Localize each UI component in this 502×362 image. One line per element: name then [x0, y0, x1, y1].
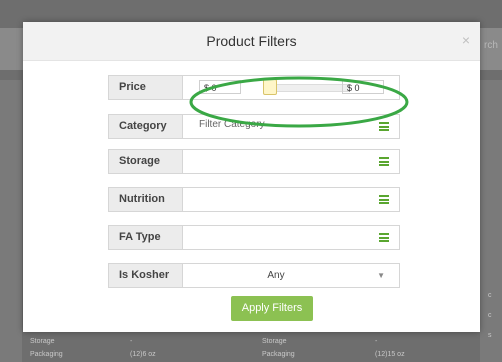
- background-label: Storage: [262, 338, 287, 345]
- background-search-text: rch: [484, 40, 498, 51]
- nutrition-filter-row[interactable]: Nutrition: [108, 187, 400, 212]
- fa-type-filter-row[interactable]: FA Type: [108, 225, 400, 250]
- background-label: Packaging: [262, 351, 295, 358]
- price-max-input[interactable]: $ 0: [342, 80, 384, 94]
- chevron-down-icon[interactable]: ▼: [377, 264, 385, 287]
- price-slider-handle[interactable]: [263, 79, 277, 95]
- storage-label: Storage: [109, 150, 183, 173]
- background-edge-text: c: [488, 292, 492, 299]
- price-filter-row: Price $ 0 $ 0: [108, 75, 400, 100]
- background-value: (12)15 oz: [375, 351, 405, 358]
- category-filter-row[interactable]: Category Filter Category: [108, 114, 400, 139]
- modal-header: Product Filters ×: [23, 22, 480, 61]
- hamburger-menu-icon[interactable]: [379, 233, 389, 242]
- fa-type-label: FA Type: [109, 226, 183, 249]
- modal-title: Product Filters: [206, 33, 297, 49]
- close-button[interactable]: ×: [462, 32, 470, 48]
- background-value: -: [130, 338, 133, 345]
- is-kosher-select-value[interactable]: Any: [183, 264, 369, 287]
- background-label: Storage: [30, 338, 55, 345]
- apply-filters-button[interactable]: Apply Filters: [231, 296, 313, 321]
- background-value: (12)6 oz: [130, 351, 156, 358]
- category-placeholder[interactable]: Filter Category: [199, 115, 265, 135]
- hamburger-menu-icon[interactable]: [379, 195, 389, 204]
- background-value: -: [375, 338, 378, 345]
- is-kosher-label: Is Kosher: [109, 264, 183, 287]
- background-label: Packaging: [30, 351, 63, 358]
- price-label: Price: [109, 76, 183, 99]
- storage-filter-row[interactable]: Storage: [108, 149, 400, 174]
- background-edge-text: c: [488, 312, 492, 319]
- price-slider-track[interactable]: [269, 84, 350, 92]
- nutrition-label: Nutrition: [109, 188, 183, 211]
- price-min-input[interactable]: $ 0: [199, 80, 241, 94]
- category-label: Category: [109, 115, 183, 138]
- background-right-panel: [480, 80, 502, 362]
- is-kosher-filter-row[interactable]: Is Kosher Any ▼: [108, 263, 400, 288]
- product-filters-modal: Product Filters × Price $ 0 $ 0 Category…: [23, 22, 480, 332]
- hamburger-menu-icon[interactable]: [379, 122, 389, 131]
- background-edge-text: s: [488, 332, 492, 339]
- hamburger-menu-icon[interactable]: [379, 157, 389, 166]
- background-left-panel: [0, 80, 22, 362]
